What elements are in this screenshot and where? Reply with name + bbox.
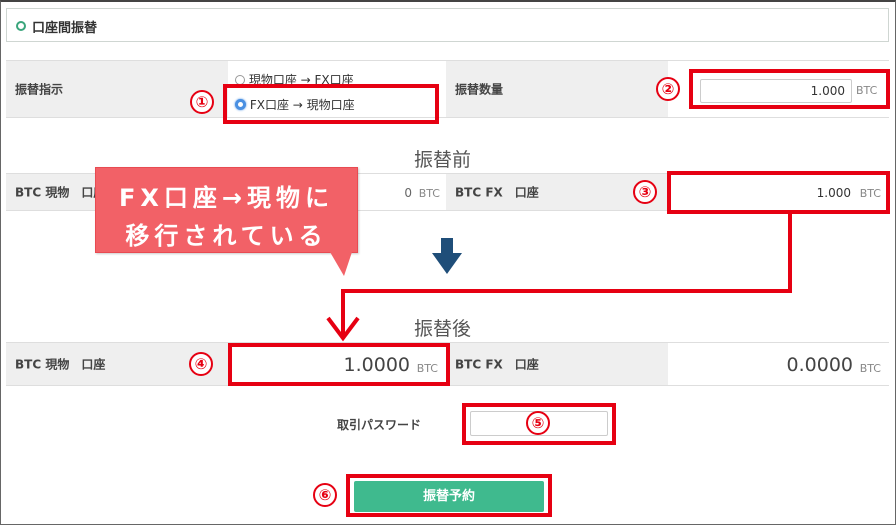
- before-fx-label: BTC FX 口座: [455, 185, 539, 200]
- marker-1: ①: [190, 90, 214, 114]
- callout-tail: [330, 252, 352, 276]
- callout-bubble: FX口座→現物に 移行されている: [95, 167, 358, 253]
- annotation-box-1: [223, 84, 439, 124]
- callout-line-2: 移行されている: [125, 222, 328, 250]
- password-label: 取引パスワード: [337, 418, 422, 432]
- after-title: 振替後: [414, 318, 472, 340]
- circle-icon: [16, 21, 26, 31]
- callout-line-1: FX口座→現物に: [118, 184, 334, 212]
- before-title: 振替前: [414, 149, 472, 171]
- marker-3: ③: [633, 180, 657, 204]
- marker-4: ④: [189, 352, 213, 376]
- transfer-instruction-label: 振替指示: [15, 82, 64, 97]
- after-fx-value-cell: 0.0000 BTC: [668, 342, 889, 386]
- section-header: 口座間振替: [6, 8, 889, 42]
- after-fx-label: BTC FX 口座: [455, 357, 539, 372]
- after-fx-unit: BTC: [859, 362, 881, 375]
- annotation-box-3: [667, 171, 890, 214]
- transfer-amount-label-cell: 振替数量: [446, 60, 668, 118]
- page-title: 口座間振替: [32, 21, 98, 36]
- after-fx-label-cell: BTC FX 口座: [446, 342, 668, 386]
- marker-5: ⑤: [526, 411, 550, 435]
- after-spot-label: BTC 現物 口座: [15, 357, 106, 372]
- annotation-box-2: [689, 69, 890, 109]
- annotation-box-4: [228, 343, 450, 386]
- after-fx-value: 0.0000: [786, 354, 853, 376]
- marker-6: ⑥: [313, 483, 337, 507]
- before-spot-unit: BTC: [418, 187, 440, 200]
- annotation-box-6: [346, 474, 552, 517]
- before-spot-label: BTC 現物 口座: [15, 185, 106, 200]
- transfer-amount-label: 振替数量: [455, 82, 504, 97]
- before-spot-value: 0: [404, 186, 412, 200]
- marker-2: ②: [656, 77, 680, 101]
- arrow-down-icon: [432, 238, 462, 274]
